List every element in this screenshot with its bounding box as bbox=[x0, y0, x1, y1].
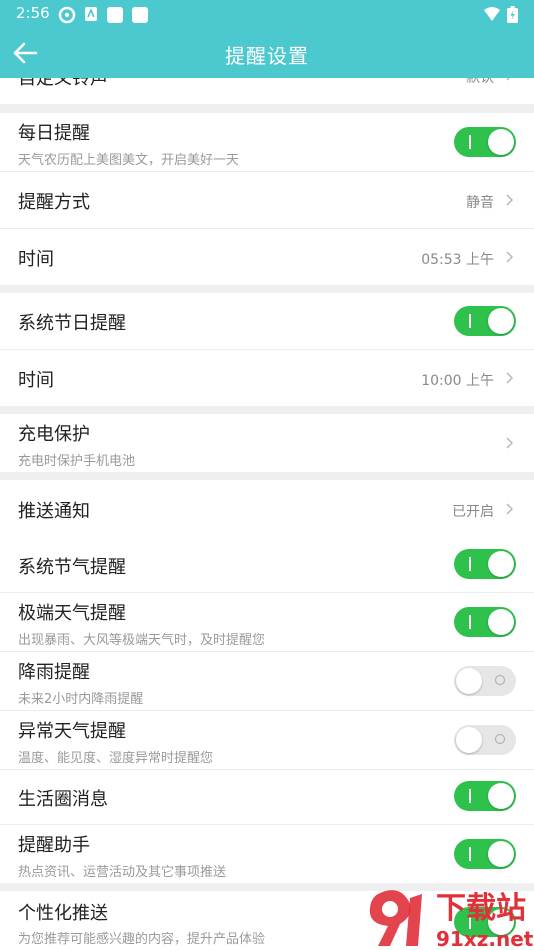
holiday-reminder-title: 系统节日提醒 bbox=[18, 313, 126, 334]
personalized-push-subtitle: 为您推荐可能感兴趣的内容，提升产品体验 bbox=[18, 932, 266, 947]
chevron-right-icon bbox=[506, 437, 514, 449]
reminder-assistant-subtitle: 热点资讯、运营活动及其它事项推送 bbox=[18, 865, 227, 880]
push-notification-row[interactable]: 推送通知 已开启 bbox=[0, 480, 534, 538]
chevron-right-icon bbox=[506, 251, 514, 263]
push-notification-title: 推送通知 bbox=[18, 501, 90, 522]
extreme-weather-subtitle: 出现暴雨、大风等极端天气时，及时提醒您 bbox=[18, 633, 266, 648]
daily-reminder-row[interactable]: 每日提醒 天气农历配上美图美文，开启美好一天 bbox=[0, 113, 534, 171]
daily-time-value: 05:53 上午 bbox=[421, 252, 494, 268]
page-title: 提醒设置 bbox=[225, 44, 309, 68]
holiday-time-value: 10:00 上午 bbox=[421, 373, 494, 389]
life-circle-title: 生活圈消息 bbox=[18, 789, 108, 810]
reminder-mode-title: 提醒方式 bbox=[18, 192, 90, 213]
holiday-reminder-row[interactable]: 系统节日提醒 bbox=[0, 293, 534, 349]
watermark-logo: 下载站 91xz.net bbox=[369, 890, 534, 950]
app-bar: 提醒设置 bbox=[0, 28, 534, 78]
chevron-right-icon bbox=[506, 78, 511, 81]
battery-icon bbox=[507, 6, 518, 23]
life-circle-toggle[interactable] bbox=[454, 781, 516, 811]
reminder-assistant-row[interactable]: 提醒助手 热点资讯、运营活动及其它事项推送 bbox=[0, 825, 534, 883]
daily-reminder-toggle[interactable] bbox=[454, 127, 516, 157]
holiday-time-title: 时间 bbox=[18, 370, 54, 391]
abnormal-weather-row[interactable]: 异常天气提醒 温度、能见度、湿度异常时提醒您 bbox=[0, 711, 534, 769]
status-time: 2:56 bbox=[16, 4, 50, 22]
reminder-assistant-title: 提醒助手 bbox=[18, 835, 90, 856]
extreme-weather-row[interactable]: 极端天气提醒 出现暴雨、大风等极端天气时，及时提醒您 bbox=[0, 593, 534, 651]
charging-protection-subtitle: 充电时保护手机电池 bbox=[18, 454, 136, 469]
watermark-brand: 下载站 bbox=[436, 891, 526, 926]
settings-list[interactable]: 自定义铃声 默认 每日提醒 天气农历配上美图美文，开启美好一天 提醒方式 静音 … bbox=[0, 78, 534, 950]
chevron-right-icon bbox=[506, 503, 514, 515]
abnormal-weather-subtitle: 温度、能见度、湿度异常时提醒您 bbox=[18, 751, 214, 766]
holiday-time-row[interactable]: 时间 10:00 上午 bbox=[0, 350, 534, 406]
rain-reminder-toggle[interactable] bbox=[454, 666, 516, 696]
notification-icon bbox=[85, 7, 97, 21]
daily-time-title: 时间 bbox=[18, 249, 54, 270]
ringtone-value: 默认 bbox=[466, 78, 494, 86]
extreme-weather-toggle[interactable] bbox=[454, 607, 516, 637]
reminder-mode-row[interactable]: 提醒方式 静音 bbox=[0, 172, 534, 228]
chevron-right-icon bbox=[506, 194, 514, 206]
rain-reminder-row[interactable]: 降雨提醒 未来2小时内降雨提醒 bbox=[0, 652, 534, 710]
solar-terms-row[interactable]: 系统节气提醒 bbox=[0, 538, 534, 592]
reminder-assistant-toggle[interactable] bbox=[454, 839, 516, 869]
watermark-site: 91xz.net bbox=[436, 927, 534, 950]
chevron-right-icon bbox=[506, 372, 514, 384]
status-bar: 2:56 bbox=[0, 0, 534, 28]
app-icon bbox=[107, 7, 123, 23]
personalized-push-title: 个性化推送 bbox=[18, 903, 108, 924]
sync-icon bbox=[58, 6, 76, 24]
solar-terms-title: 系统节气提醒 bbox=[18, 557, 126, 578]
charging-protection-row[interactable]: 充电保护 充电时保护手机电池 bbox=[0, 414, 534, 472]
charging-protection-title: 充电保护 bbox=[18, 424, 90, 445]
rain-reminder-subtitle: 未来2小时内降雨提醒 bbox=[18, 692, 144, 707]
daily-reminder-title: 每日提醒 bbox=[18, 123, 90, 144]
ringtone-row[interactable]: 自定义铃声 默认 bbox=[0, 78, 534, 104]
wifi-icon bbox=[484, 7, 500, 21]
abnormal-weather-title: 异常天气提醒 bbox=[18, 721, 126, 742]
daily-time-row[interactable]: 时间 05:53 上午 bbox=[0, 229, 534, 285]
ringtone-title: 自定义铃声 bbox=[18, 78, 108, 89]
app-icon bbox=[132, 7, 148, 23]
daily-reminder-subtitle: 天气农历配上美图美文，开启美好一天 bbox=[18, 153, 240, 168]
holiday-reminder-toggle[interactable] bbox=[454, 306, 516, 336]
push-notification-value: 已开启 bbox=[452, 504, 494, 520]
abnormal-weather-toggle[interactable] bbox=[454, 725, 516, 755]
reminder-mode-value: 静音 bbox=[466, 195, 494, 211]
rain-reminder-title: 降雨提醒 bbox=[18, 662, 90, 683]
solar-terms-toggle[interactable] bbox=[454, 549, 516, 579]
life-circle-row[interactable]: 生活圈消息 bbox=[0, 770, 534, 824]
extreme-weather-title: 极端天气提醒 bbox=[18, 603, 126, 624]
